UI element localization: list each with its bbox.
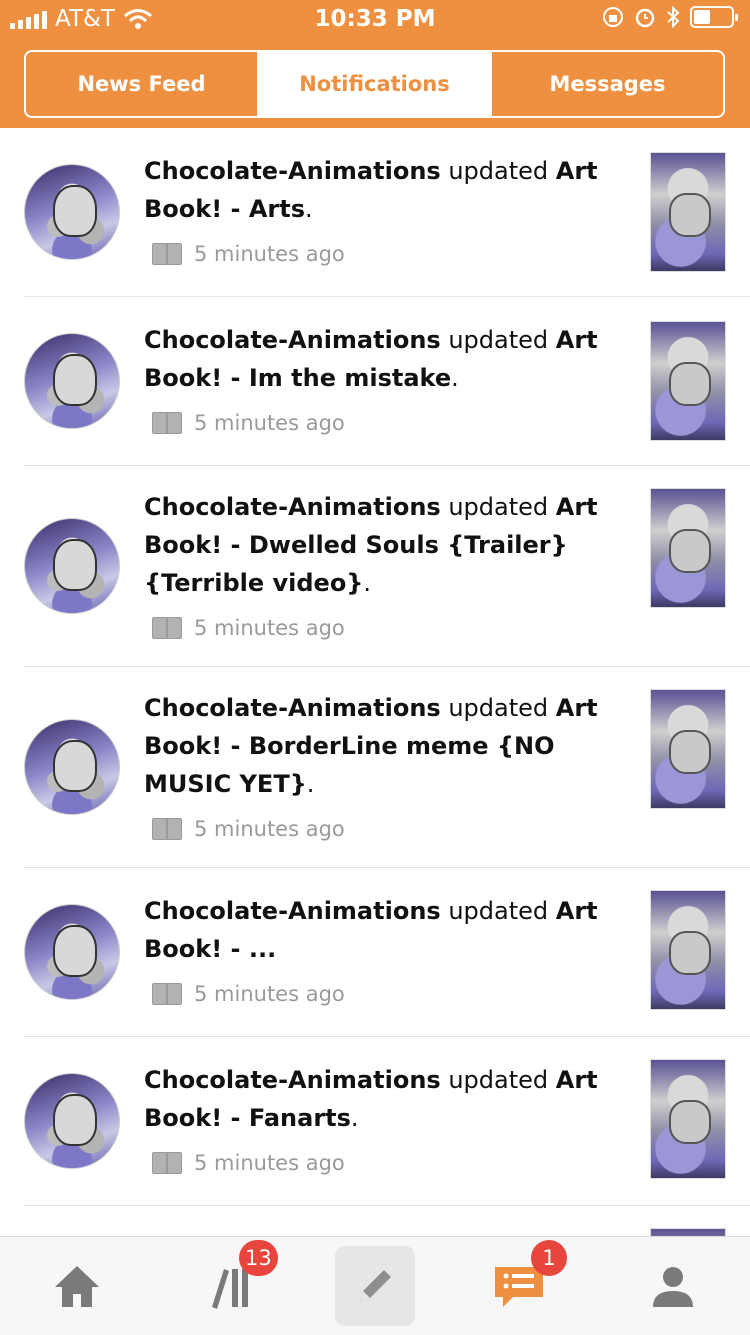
tab-notifications-bottom[interactable]: 1 — [469, 1240, 569, 1326]
list-item[interactable]: Chocolate-Animations updated Art Book! -… — [24, 868, 750, 1037]
book-icon — [152, 243, 182, 265]
list-item[interactable]: Chocolate-Animations updated Art Book! -… — [24, 667, 750, 868]
avatar[interactable] — [24, 518, 120, 614]
timestamp: 5 minutes ago — [194, 817, 345, 841]
battery-icon — [690, 6, 738, 28]
story-cover[interactable] — [650, 890, 726, 1010]
bottom-tab-bar: 13 1 — [0, 1236, 750, 1335]
library-badge: 13 — [239, 1240, 278, 1276]
avatar[interactable] — [24, 164, 120, 260]
user-name[interactable]: Chocolate-Animations — [144, 493, 441, 521]
story-cover[interactable] — [650, 1059, 726, 1179]
story-cover[interactable] — [650, 488, 726, 608]
list-item[interactable]: Chocolate-Animations updated Art Book! -… — [24, 466, 750, 667]
timestamp-row: 5 minutes ago — [152, 616, 345, 640]
avatar[interactable] — [24, 904, 120, 1000]
notifications-list: Chocolate-Animations updated Art Book! -… — [0, 128, 750, 1236]
user-name[interactable]: Chocolate-Animations — [144, 1066, 441, 1094]
tab-notifications[interactable]: Notifications — [259, 52, 492, 116]
timestamp: 5 minutes ago — [194, 982, 345, 1006]
profile-icon — [653, 1267, 693, 1307]
list-item[interactable]: Chocolate-Animations updated Art Book! -… — [24, 128, 750, 297]
tab-profile[interactable] — [623, 1246, 723, 1326]
story-cover[interactable] — [650, 321, 726, 441]
notification-text: Chocolate-Animations updated Art Book! -… — [144, 326, 598, 392]
timestamp: 5 minutes ago — [194, 411, 345, 435]
bluetooth-icon — [667, 6, 680, 28]
notification-text: Chocolate-Animations updated Art Book! -… — [144, 157, 598, 223]
timestamp-row: 5 minutes ago — [152, 411, 345, 435]
avatar[interactable] — [24, 1073, 120, 1169]
alarm-icon — [635, 8, 655, 28]
user-name[interactable]: Chocolate-Animations — [144, 694, 441, 722]
list-item[interactable]: Chocolate-Animations updated Art Book! -… — [24, 1037, 750, 1206]
notifications-badge: 1 — [531, 1240, 567, 1276]
book-icon — [152, 1152, 182, 1174]
notification-text: Chocolate-Animations updated Art Book! -… — [144, 897, 598, 963]
avatar[interactable] — [24, 333, 120, 429]
tab-messages[interactable]: Messages — [492, 52, 723, 116]
notification-text: Chocolate-Animations updated Art Book! -… — [144, 493, 598, 597]
timestamp-row: 5 minutes ago — [152, 242, 345, 266]
timestamp-row: 5 minutes ago — [152, 817, 345, 841]
user-name[interactable]: Chocolate-Animations — [144, 326, 441, 354]
timestamp: 5 minutes ago — [194, 1151, 345, 1175]
story-cover[interactable] — [650, 152, 726, 272]
tab-news-feed[interactable]: News Feed — [26, 52, 259, 116]
user-name[interactable]: Chocolate-Animations — [144, 897, 441, 925]
book-icon — [152, 412, 182, 434]
timestamp: 5 minutes ago — [194, 616, 345, 640]
compose-button[interactable] — [335, 1246, 415, 1326]
user-name[interactable]: Chocolate-Animations — [144, 157, 441, 185]
notification-text: Chocolate-Animations updated Art Book! -… — [144, 694, 598, 798]
segmented-tabs: News Feed Notifications Messages — [24, 50, 725, 118]
book-icon — [152, 617, 182, 639]
timestamp-row: 5 minutes ago — [152, 982, 345, 1006]
book-icon — [152, 818, 182, 840]
pencil-icon — [360, 1270, 391, 1301]
home-icon — [55, 1266, 99, 1307]
list-item[interactable]: Chocolate-Animations updated Art Book! -… — [24, 297, 750, 466]
notification-text: Chocolate-Animations updated Art Book! -… — [144, 1066, 598, 1132]
status-bar: AT&T 10:33 PM — [0, 0, 750, 40]
story-cover[interactable] — [650, 1228, 726, 1236]
timestamp-row: 5 minutes ago — [152, 1151, 345, 1175]
tab-home[interactable] — [27, 1246, 127, 1326]
list-item[interactable] — [24, 1206, 750, 1236]
story-cover[interactable] — [650, 689, 726, 809]
timestamp: 5 minutes ago — [194, 242, 345, 266]
avatar[interactable] — [24, 719, 120, 815]
tab-library[interactable]: 13 — [181, 1240, 281, 1326]
rotation-lock-icon — [603, 7, 623, 27]
book-icon — [152, 983, 182, 1005]
app-header: AT&T 10:33 PM News Feed Notifications Me… — [0, 0, 750, 128]
